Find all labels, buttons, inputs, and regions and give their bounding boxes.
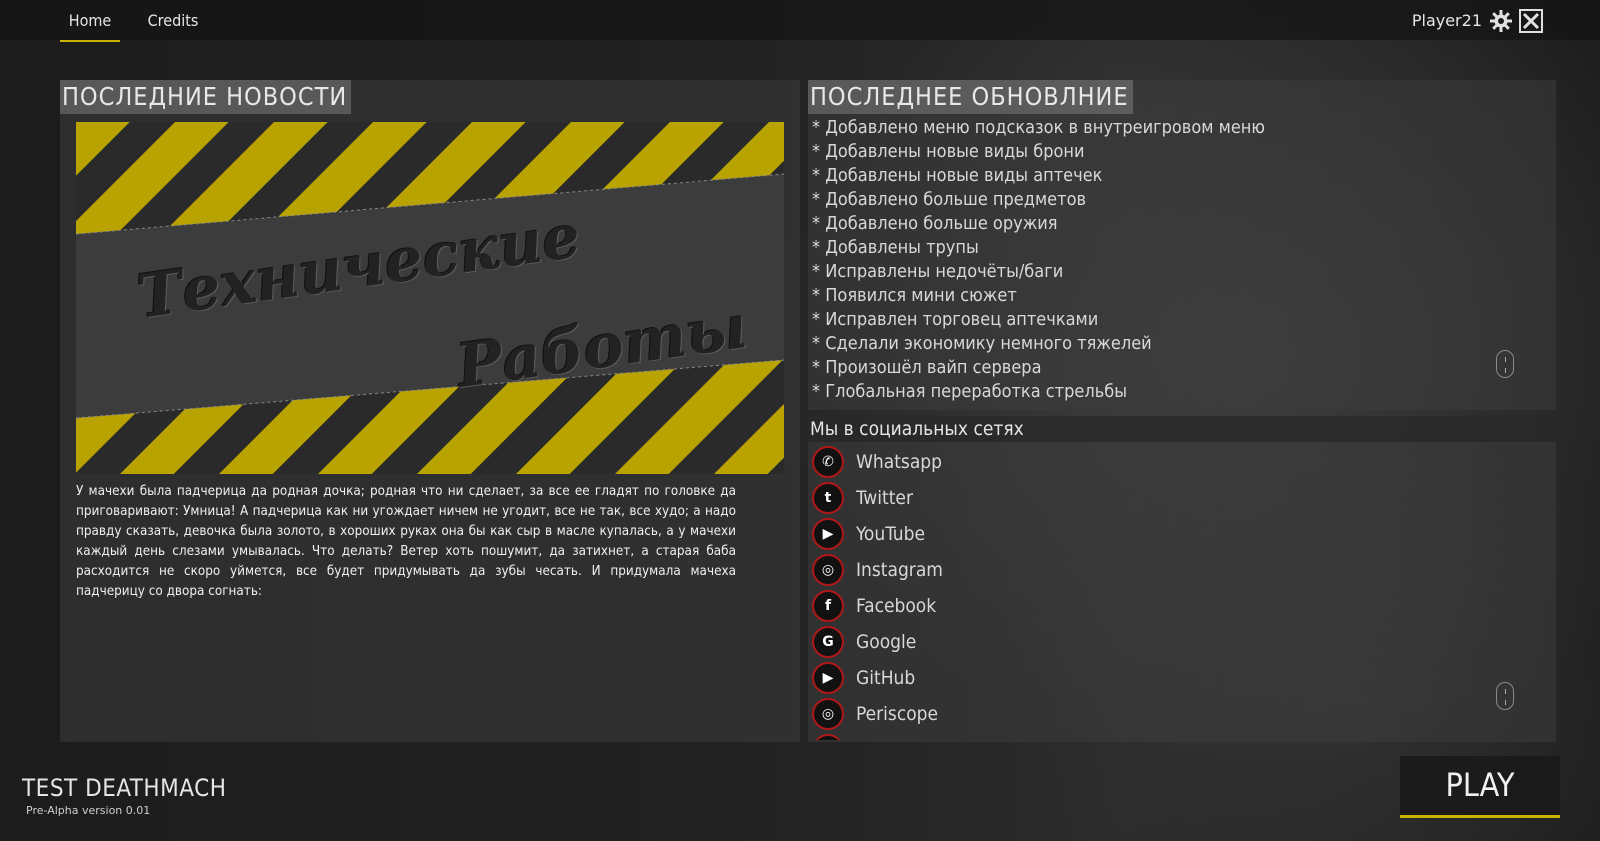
update-item: * Исправлен торговец аптечками	[812, 309, 1099, 330]
social-link-facebook[interactable]: f Facebook	[812, 588, 1512, 624]
whatsapp-icon: ✆	[812, 446, 844, 478]
close-icon[interactable]	[1518, 8, 1544, 34]
update-panel[interactable]: ПОСЛЕДНЕЕ ОБНОВЛНИЕ * Добавлено меню под…	[808, 80, 1556, 410]
update-item: * Добавлено меню подсказок в внутреигров…	[812, 117, 1266, 138]
update-item: * Добавлены новые виды брони	[812, 141, 1085, 162]
update-item: * Добавлено больше предметов	[812, 189, 1087, 210]
social-link-google[interactable]: G Google	[812, 624, 1512, 660]
tab-home[interactable]: Home	[60, 0, 120, 42]
social-label: Periscope	[856, 703, 939, 725]
facebook-icon: f	[812, 734, 844, 740]
social-link-twitter[interactable]: t Twitter	[812, 480, 1512, 516]
instagram-icon: ◎	[812, 698, 844, 730]
social-link-youtube[interactable]: ▶ YouTube	[812, 516, 1512, 552]
game-version: Pre-Alpha version 0.01	[26, 804, 151, 817]
social-label: Twitter	[856, 487, 913, 509]
news-banner-image: Технические Работы	[76, 122, 784, 474]
social-link-more[interactable]: f	[812, 732, 1512, 740]
social-label: Instagram	[856, 559, 943, 581]
social-label: Whatsapp	[856, 451, 943, 473]
scroll-indicator-icon[interactable]	[1496, 350, 1514, 378]
update-item: * Глобальная переработка стрельбы	[812, 381, 1128, 402]
scroll-indicator-icon[interactable]	[1496, 682, 1514, 710]
social-link-github[interactable]: ▶ GitHub	[812, 660, 1512, 696]
social-link-instagram[interactable]: ◎ Instagram	[812, 552, 1512, 588]
update-item: * Добавлены новые виды аптечек	[812, 165, 1103, 186]
twitter-icon: t	[812, 482, 844, 514]
google-icon: G	[812, 626, 844, 658]
news-body: У мачехи была падчерица да родная дочка;…	[76, 484, 736, 599]
top-nav-bar: Home Credits Player21	[0, 0, 1600, 42]
update-title: ПОСЛЕДНЕЕ ОБНОВЛНИЕ	[808, 80, 1133, 114]
youtube-icon: ▶	[812, 518, 844, 550]
update-list[interactable]: * Добавлено меню подсказок в внутреигров…	[812, 116, 1532, 402]
social-label: YouTube	[856, 523, 925, 545]
play-button[interactable]: PLAY	[1400, 756, 1560, 818]
instagram-icon: ◎	[812, 554, 844, 586]
player-name[interactable]: Player21	[1410, 0, 1482, 42]
update-item: * Добавлено больше оружия	[812, 213, 1058, 234]
youtube-icon: ▶	[812, 662, 844, 694]
update-item: * Сделали экономику немного тяжелей	[812, 333, 1152, 354]
news-panel: ПОСЛЕДНИЕ НОВОСТИ Технические Работы У м…	[60, 80, 800, 742]
update-item: * Появился мини сюжет	[812, 285, 1017, 306]
social-panel[interactable]: Мы в социальных сетях ✆ Whatsapp t Twitt…	[808, 416, 1556, 742]
facebook-icon: f	[812, 590, 844, 622]
social-link-periscope[interactable]: ◎ Periscope	[812, 696, 1512, 732]
update-item: * Добавлены трупы	[812, 237, 979, 258]
social-title: Мы в социальных сетях	[808, 416, 1556, 442]
update-item: * Исправлены недочёты/баги	[812, 261, 1064, 282]
social-link-whatsapp[interactable]: ✆ Whatsapp	[812, 444, 1512, 480]
social-list[interactable]: ✆ Whatsapp t Twitter ▶ YouTube ◎ Instagr…	[812, 444, 1512, 740]
social-label: GitHub	[856, 667, 916, 689]
news-title: ПОСЛЕДНИЕ НОВОСТИ	[60, 80, 352, 114]
update-item: * Произошёл вайп сервера	[812, 357, 1042, 378]
social-label: Google	[856, 631, 917, 653]
gear-icon[interactable]	[1488, 8, 1514, 34]
social-label: Facebook	[856, 595, 937, 617]
tab-credits[interactable]: Credits	[140, 0, 206, 42]
game-title: TEST DEATHMACH	[22, 774, 227, 802]
